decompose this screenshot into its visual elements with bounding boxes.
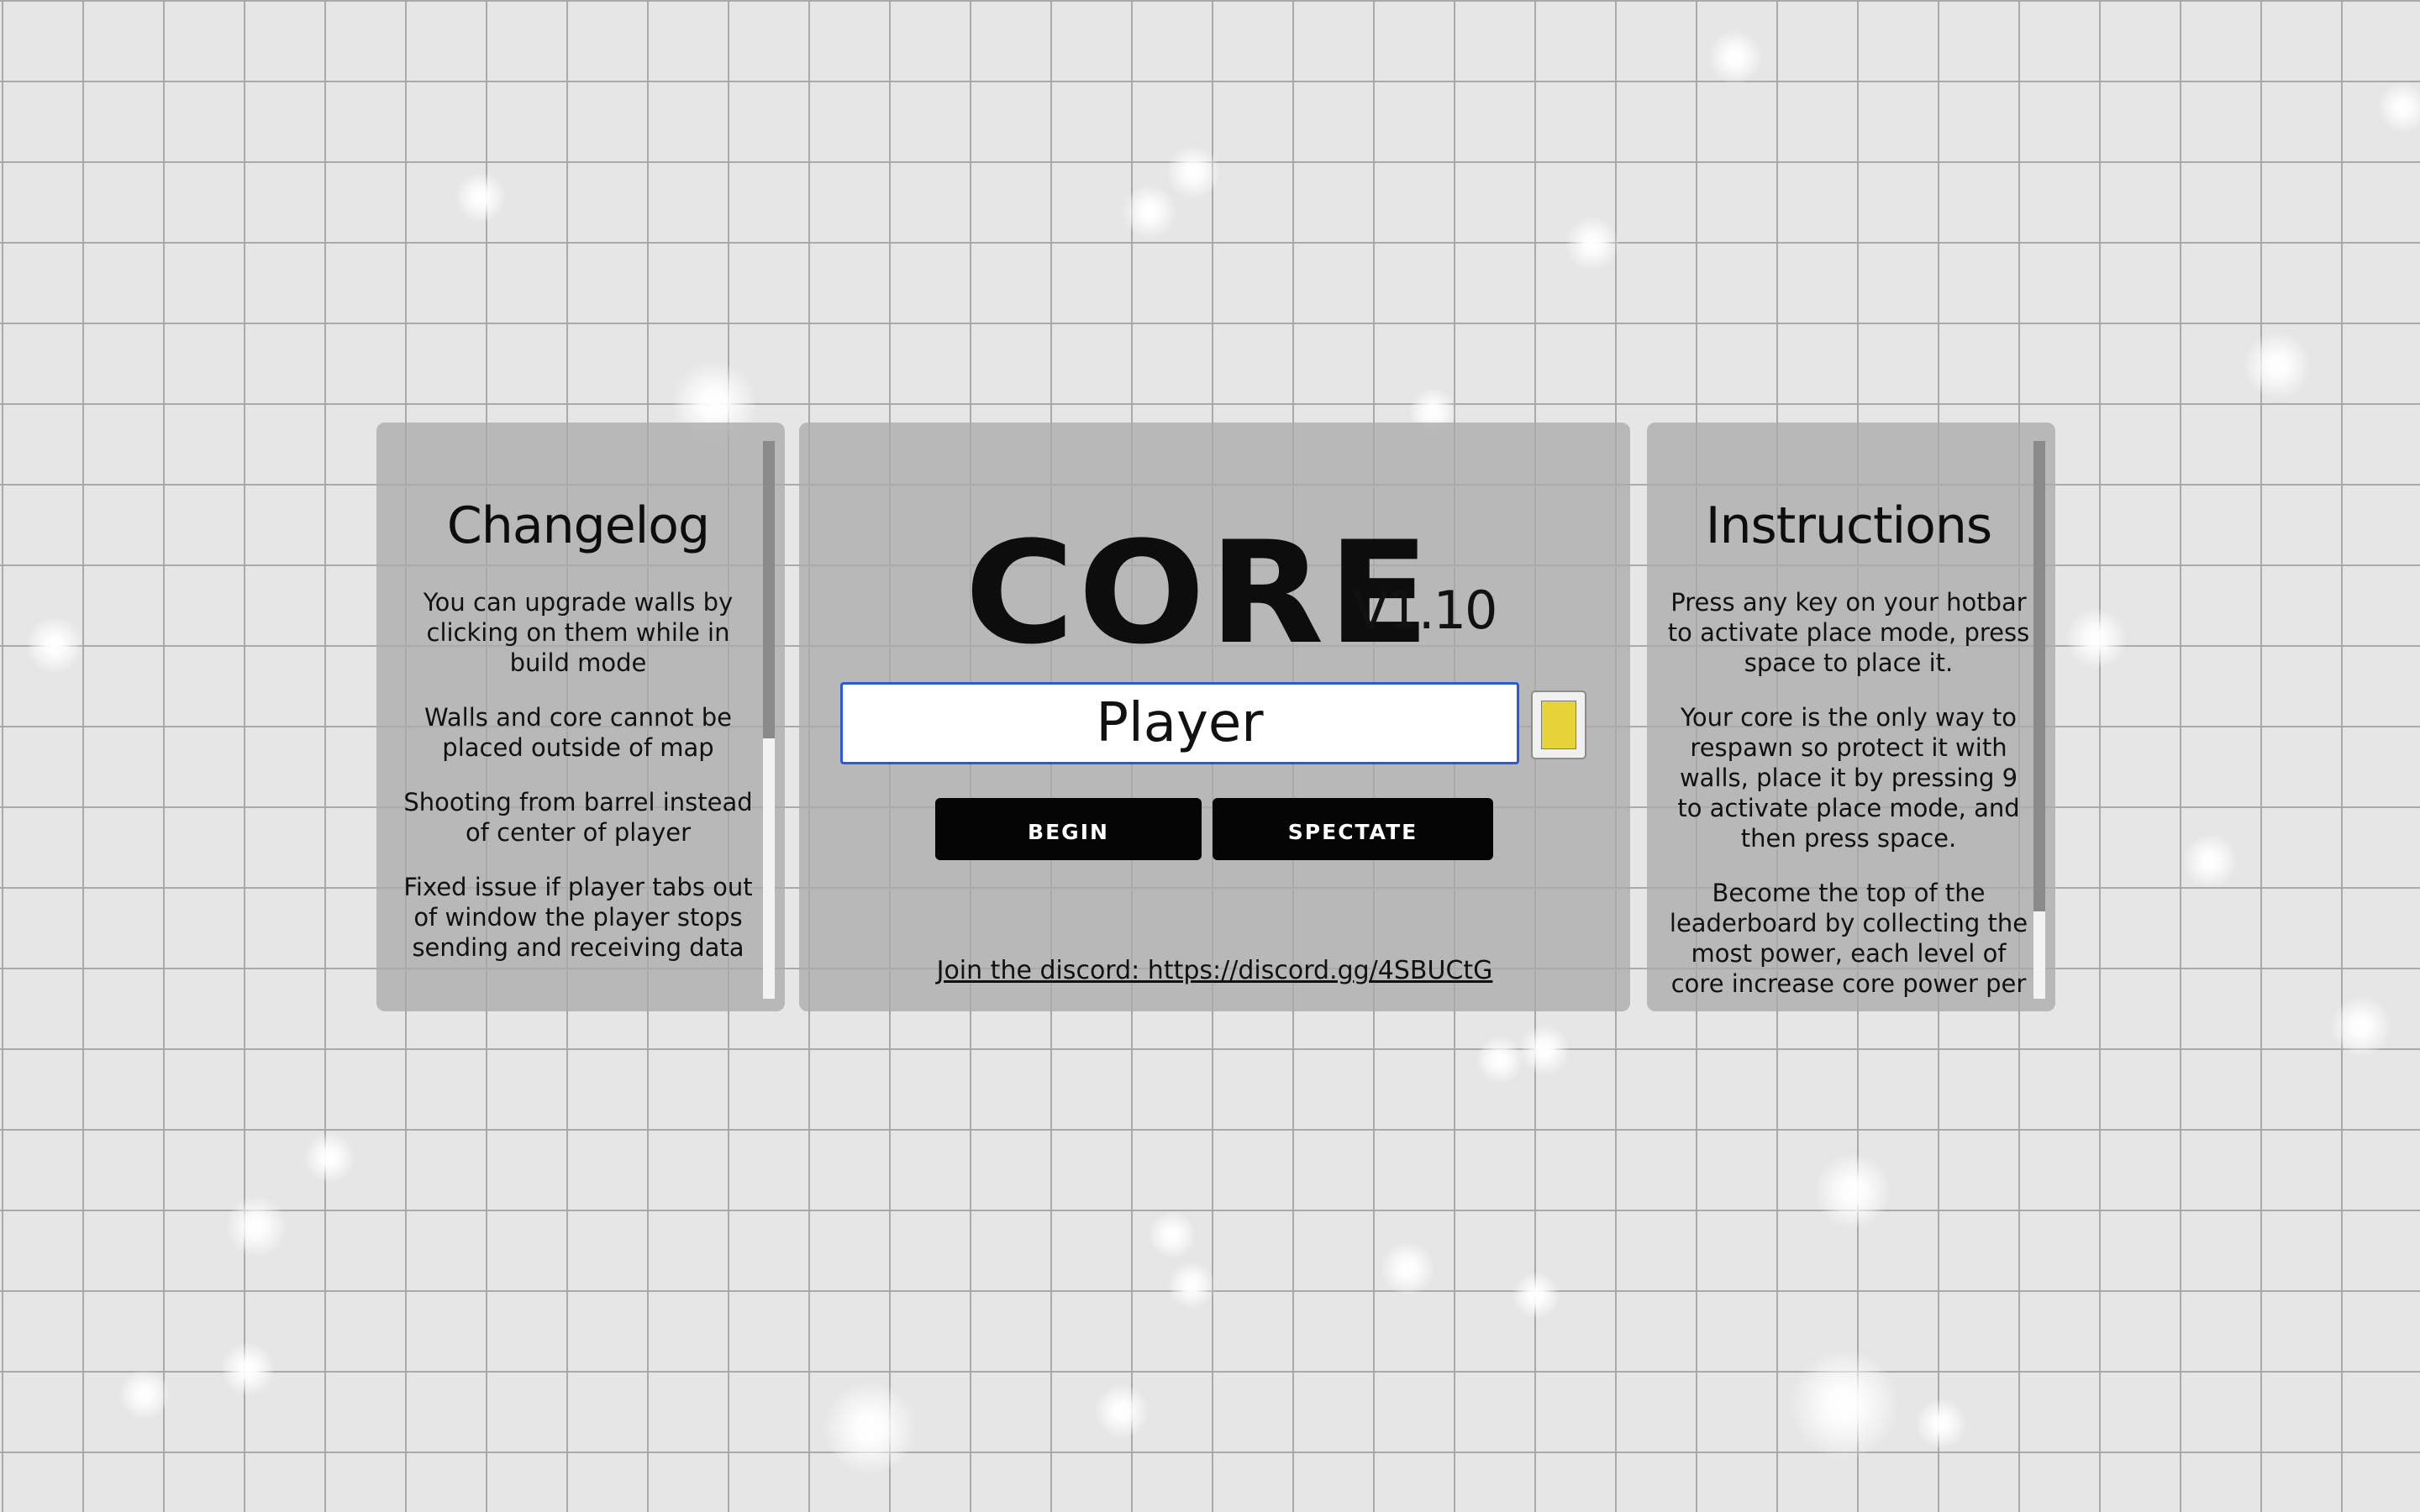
glow-particle (2183, 834, 2237, 888)
instructions-item: Your core is the only way to respawn so … (1677, 703, 2020, 853)
glow-particle (1149, 1211, 1196, 1258)
changelog-panel: Changelog You can upgrade walls by click… (376, 423, 785, 1011)
glow-particle (1512, 1272, 1560, 1319)
glow-particle (455, 172, 506, 223)
glow-particle (1123, 185, 1176, 239)
glow-particle (2244, 332, 2311, 399)
instructions-scrollbar[interactable] (2033, 441, 2045, 999)
instructions-panel: Instructions Press any key on your hotba… (1647, 423, 2055, 1011)
glow-particle (2331, 996, 2391, 1057)
glow-particle (1790, 1350, 1899, 1459)
player-name-input[interactable] (840, 682, 1519, 764)
glow-particle (226, 1196, 287, 1257)
instructions-item: Press any key on your hotbar to activate… (1667, 588, 2030, 677)
glow-particle (1519, 1025, 1570, 1075)
glow-particle (221, 1342, 275, 1396)
glow-particle (1476, 1037, 1523, 1084)
game-logo: CORE V1.10 (965, 522, 1497, 664)
changelog-scrollbar-thumb[interactable] (763, 441, 775, 738)
begin-button[interactable]: Begin (935, 798, 1202, 860)
changelog-item: Walls and core cannot be placed outside … (424, 703, 732, 762)
spectate-button[interactable]: Spectate (1213, 798, 1493, 860)
changelog-item: Fixed issue if player tabs out of window… (403, 873, 753, 962)
instructions-item: Become the top of the leaderboard by col… (1669, 879, 2028, 998)
changelog-title: Changelog (446, 496, 710, 555)
game-version: V1.10 (1353, 580, 1497, 641)
player-color-picker[interactable] (1531, 690, 1586, 759)
glow-particle (1565, 217, 1619, 270)
glow-particle (119, 1369, 170, 1420)
glow-particle (1815, 1153, 1891, 1229)
glow-particle (1381, 1242, 1434, 1295)
changelog-item: You can upgrade walls by clicking on the… (423, 588, 734, 677)
changelog-list: You can upgrade walls by clicking on the… (395, 587, 761, 963)
glow-particle (823, 1382, 916, 1474)
glow-particle (1095, 1384, 1149, 1438)
changelog-scrollbar[interactable] (763, 441, 775, 999)
glow-particle (304, 1132, 355, 1183)
glow-particle (2066, 608, 2127, 669)
discord-link[interactable]: Join the discord: https://discord.gg/4SB… (799, 956, 1630, 985)
player-color-swatch (1541, 701, 1576, 749)
glow-particle (1168, 1262, 1215, 1309)
instructions-list: Press any key on your hotbar to activate… (1665, 587, 2032, 999)
changelog-item: Shooting from barrel instead of center o… (403, 788, 753, 847)
glow-particle (1916, 1399, 1966, 1449)
instructions-scrollbar-thumb[interactable] (2033, 441, 2045, 911)
instructions-title: Instructions (1705, 496, 1992, 555)
glow-particle (1708, 30, 1762, 84)
glow-particle (2378, 82, 2420, 133)
glow-particle (1166, 145, 1220, 199)
glow-particle (26, 617, 83, 674)
